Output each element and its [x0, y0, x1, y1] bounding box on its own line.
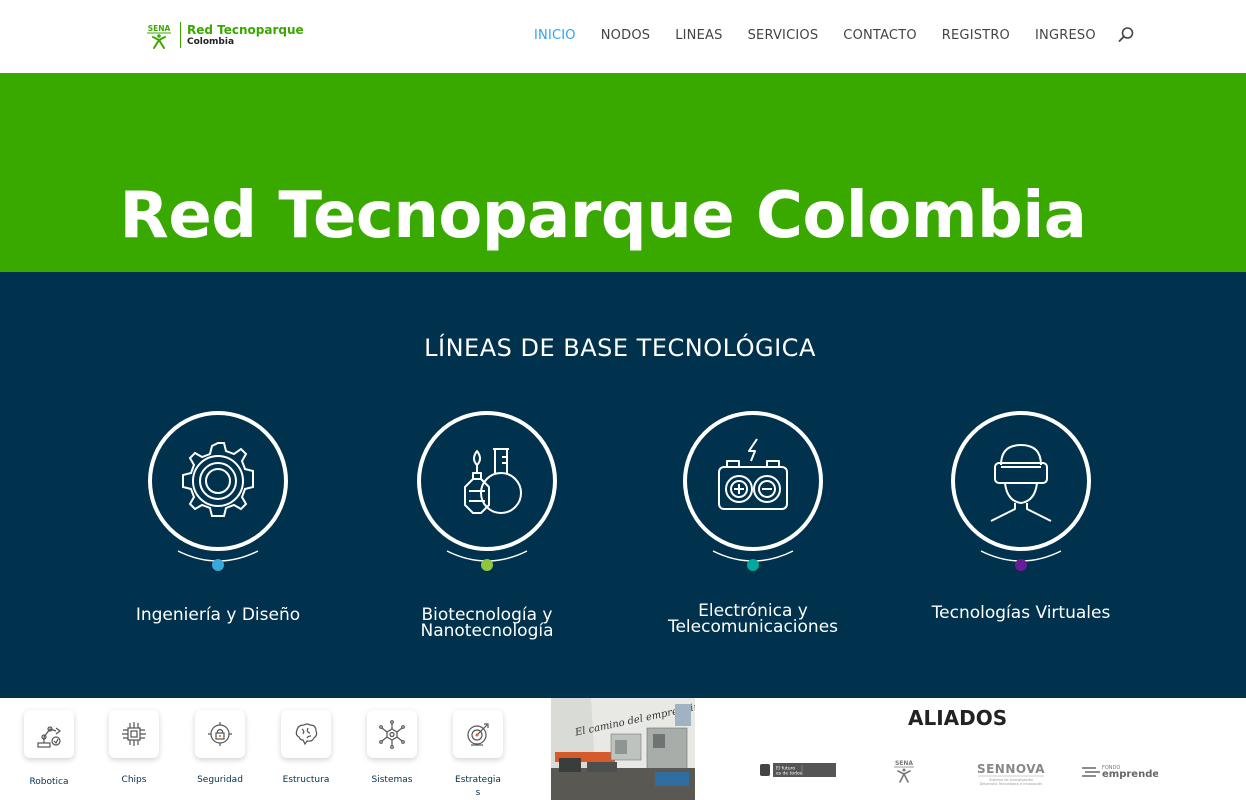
sennova-logo-text: SENNOVA — [977, 762, 1045, 776]
ally-gobierno-logo[interactable]: El futuro es de todos — [760, 761, 836, 784]
category-label: Estructura — [271, 774, 341, 787]
line-label: Tecnologías Virtuales — [891, 603, 1151, 623]
bottom-section: Robotica Chips Seguridad Estructura Sist… — [0, 698, 1246, 800]
nav-inicio[interactable]: INICIO — [534, 28, 576, 43]
sennova-sub-2: Desarrollo Tecnológico e Innovación — [980, 782, 1043, 786]
nav-lineas[interactable]: LINEAS — [675, 28, 722, 43]
arc-indicator — [712, 550, 794, 571]
line-label: Electrónica y Telecomunicaciones — [623, 603, 883, 637]
battery-icon — [683, 411, 823, 551]
vr-headset-icon — [951, 411, 1091, 551]
line-label-text-2: Nanotecnología — [420, 621, 554, 641]
sena-ally-text: SENA — [895, 760, 913, 767]
hero-title: Red Tecnoparque Colombia — [119, 179, 1087, 253]
category-chips[interactable]: Chips — [99, 710, 169, 787]
category-label: Chips — [99, 774, 169, 787]
category-label: Seguridad — [185, 774, 255, 787]
category-label-text: Robotica — [29, 777, 69, 787]
category-estrategias[interactable]: Estrategia s — [443, 710, 513, 800]
fondo-emprender-logo: FONDO emprender — [1082, 765, 1164, 780]
gear-icon — [148, 411, 288, 551]
category-sistemas[interactable]: Sistemas — [357, 710, 427, 787]
accent-dot — [212, 559, 224, 571]
logo-divider — [180, 22, 181, 48]
category-label-text: Seguridad — [197, 775, 243, 785]
arc-indicator — [446, 550, 528, 571]
logo-title: Red Tecnoparque — [187, 22, 304, 37]
category-label-text: Estructura — [282, 775, 330, 785]
nav-registro[interactable]: REGISTRO — [942, 28, 1010, 43]
line-label: Biotecnología y Nanotecnología — [357, 607, 617, 641]
sena-logo-icon: SENA — [147, 24, 171, 49]
line-label-text-2: Telecomunicaciones — [667, 617, 839, 637]
main-nav: INICIO NODOS LINEAS SERVICIOS CONTACTO R… — [534, 26, 1135, 44]
logo-subtitle: Colombia — [187, 36, 235, 47]
category-tile — [195, 710, 245, 758]
sennova-logo: SENNOVA Sistema de Investigación Desarro… — [977, 762, 1045, 786]
chip-icon — [122, 722, 146, 746]
category-tile — [281, 710, 331, 758]
line-label-text: Tecnologías Virtuales — [931, 603, 1111, 623]
nav-ingreso[interactable]: INGRESO — [1035, 28, 1096, 43]
network-icon — [379, 720, 405, 749]
ally-sena-logo[interactable]: SENA — [891, 758, 917, 789]
category-label: Estrategia s — [443, 774, 513, 800]
sena-logo-text: SENA — [148, 24, 171, 33]
ally-sennova-logo[interactable]: SENNOVA Sistema de Investigación Desarro… — [974, 760, 1048, 793]
search-icon[interactable] — [1117, 26, 1135, 44]
fondo-logo-text-2: emprender — [1102, 769, 1158, 780]
lab-photo: El camino del emprendimiento — [551, 698, 695, 800]
accent-dot — [747, 559, 759, 571]
target-icon — [467, 723, 489, 746]
flask-icon — [417, 411, 557, 551]
arc-indicator — [177, 550, 259, 571]
category-label-text: Chips — [121, 775, 147, 785]
category-tile — [367, 710, 417, 758]
category-label-text-2: s — [475, 788, 481, 798]
category-tile — [24, 710, 74, 758]
category-label: Sistemas — [357, 774, 427, 787]
line-label-text: Ingeniería y Diseño — [135, 605, 301, 625]
line-label: Ingeniería y Diseño — [88, 605, 348, 625]
accent-dot — [1015, 559, 1027, 571]
gobierno-colombia-logo: El futuro es de todos — [760, 763, 836, 777]
aliados-heading: ALIADOS — [908, 706, 1008, 730]
tech-lines-heading: LÍNEAS DE BASE TECNOLÓGICA — [424, 334, 816, 362]
lab-photo-illustration: El camino del emprendimiento — [551, 698, 695, 800]
category-label-text: Sistemas — [371, 775, 413, 785]
nav-servicios[interactable]: SERVICIOS — [748, 28, 819, 43]
nav-contacto[interactable]: CONTACTO — [843, 28, 916, 43]
site-logo[interactable]: SENA Red Tecnoparque Colombia — [144, 20, 304, 50]
category-estructura[interactable]: Estructura — [271, 710, 341, 787]
category-seguridad[interactable]: Seguridad — [185, 710, 255, 787]
security-icon — [208, 722, 232, 746]
sena-ally-logo: SENA — [894, 760, 914, 783]
site-header: SENA Red Tecnoparque Colombia INICIO NOD… — [0, 0, 1246, 73]
accent-dot — [481, 559, 493, 571]
brain-icon — [295, 723, 318, 746]
robot-arm-icon — [37, 726, 61, 748]
hero-banner: Red Tecnoparque Colombia — [0, 73, 1246, 272]
arc-indicator — [980, 550, 1062, 571]
category-label: Robotica — [14, 776, 84, 789]
nav-nodos[interactable]: NODOS — [601, 28, 650, 43]
category-robotica[interactable]: Robotica — [14, 710, 84, 789]
category-label-text: Estrategia — [455, 775, 501, 785]
tech-lines-section: LÍNEAS DE BASE TECNOLÓGICA Ingeniería y … — [0, 272, 1246, 698]
gobierno-logo-text-2: es de todos — [776, 771, 803, 777]
ally-fondo-emprender-logo[interactable]: FONDO emprender — [1082, 761, 1164, 786]
category-tile — [453, 710, 503, 758]
category-tile — [109, 710, 159, 758]
